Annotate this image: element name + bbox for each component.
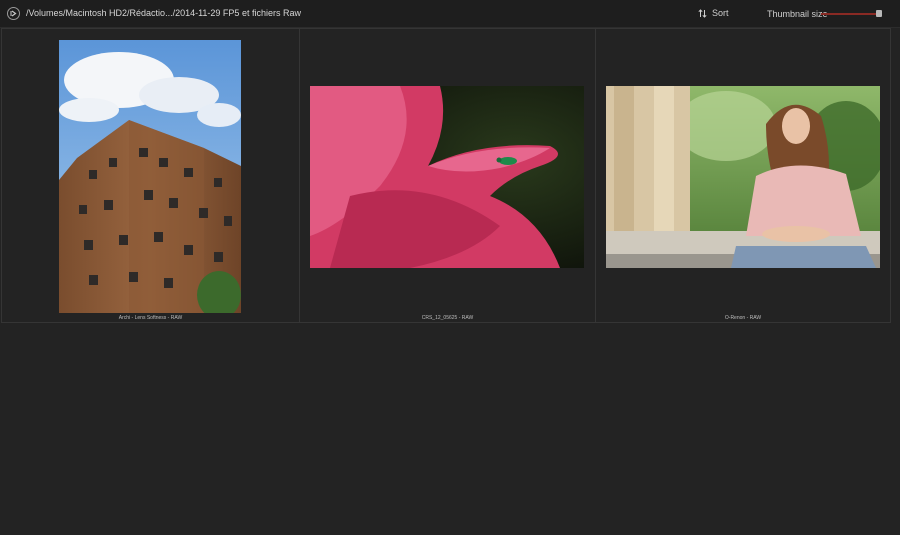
slider-knob[interactable] xyxy=(876,10,882,17)
sort-label: Sort xyxy=(712,8,729,18)
top-bar: /Volumes/Macintosh HD2/Rédactio.../2014-… xyxy=(0,0,900,28)
slider-track xyxy=(821,13,879,15)
back-circle-icon xyxy=(10,10,17,17)
thumbnail-size-slider[interactable] xyxy=(821,10,885,18)
sort-arrows-icon xyxy=(698,8,707,18)
sort-button[interactable]: Sort xyxy=(698,8,729,18)
thumbnail-cell[interactable]: Archi - Lens Softness - RAW xyxy=(2,29,299,322)
thumbnail-image-portrait[interactable] xyxy=(606,86,880,268)
thumbnail-caption: CRS_12_05625 - RAW xyxy=(421,315,474,321)
thumbnail-cell[interactable]: CRS_12_05625 - RAW xyxy=(299,29,595,322)
thumbnail-cell[interactable]: O-Renon - RAW xyxy=(595,29,890,322)
thumbnail-caption: Archi - Lens Softness - RAW xyxy=(118,315,183,321)
thumbnail-grid: Archi - Lens Softness - RAW CRS_12_05625… xyxy=(1,28,891,323)
thumbnail-image-building[interactable] xyxy=(59,40,241,313)
thumbnail-size-label: Thumbnail size xyxy=(767,9,828,19)
back-button[interactable] xyxy=(7,7,20,20)
folder-path[interactable]: /Volumes/Macintosh HD2/Rédactio.../2014-… xyxy=(26,8,301,18)
thumbnail-caption: O-Renon - RAW xyxy=(724,315,762,321)
thumbnail-image-rose-insect[interactable] xyxy=(310,86,584,268)
